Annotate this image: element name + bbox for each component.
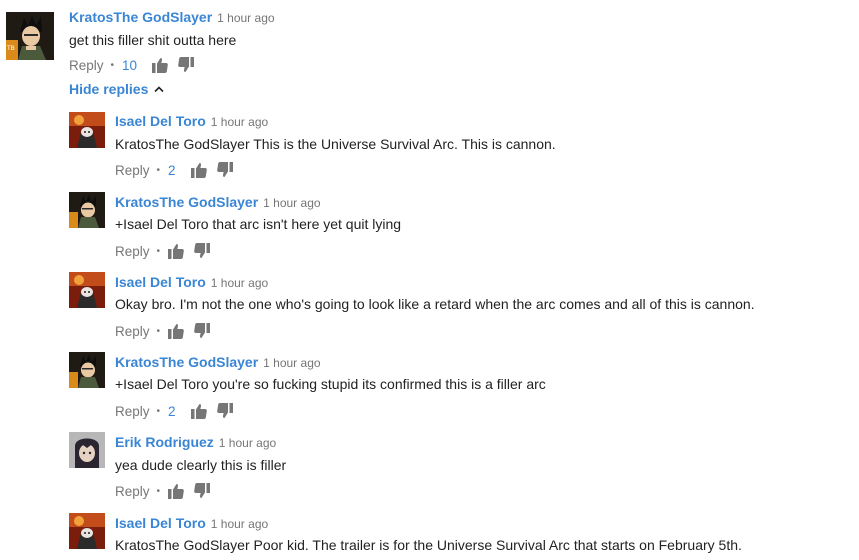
comment-header: KratosThe GodSlayer 1 hour ago xyxy=(69,9,275,26)
author-name[interactable]: Isael Del Toro xyxy=(115,274,206,290)
comment-header: Isael Del Toro 1 hour ago xyxy=(115,515,268,532)
author-name[interactable]: KratosThe GodSlayer xyxy=(115,354,258,370)
thumbs-down-icon[interactable] xyxy=(194,243,210,259)
separator-dot: • xyxy=(156,325,161,337)
timestamp[interactable]: 1 hour ago xyxy=(219,436,276,450)
separator-dot: • xyxy=(156,405,161,417)
avatar[interactable] xyxy=(69,192,105,228)
timestamp[interactable]: 1 hour ago xyxy=(263,196,320,210)
reply-button[interactable]: Reply xyxy=(115,404,150,419)
reply-button[interactable]: Reply xyxy=(115,324,150,339)
comment-header: Isael Del Toro 1 hour ago xyxy=(115,274,268,291)
timestamp[interactable]: 1 hour ago xyxy=(263,356,320,370)
like-count: 10 xyxy=(122,57,138,73)
timestamp[interactable]: 1 hour ago xyxy=(211,517,268,531)
avatar[interactable] xyxy=(6,12,54,60)
thumbs-down-icon[interactable] xyxy=(217,403,233,419)
author-name[interactable]: Erik Rodriguez xyxy=(115,434,214,450)
comment-text: KratosThe GodSlayer Poor kid. The traile… xyxy=(115,537,742,553)
thumbs-down-icon[interactable] xyxy=(194,483,210,499)
hide-replies-button[interactable]: Hide replies xyxy=(69,81,164,97)
separator-dot: • xyxy=(156,164,161,176)
hide-replies-label: Hide replies xyxy=(69,81,149,97)
avatar[interactable] xyxy=(69,112,105,148)
thumbs-down-icon[interactable] xyxy=(178,57,194,73)
comment-text: Okay bro. I'm not the one who's going to… xyxy=(115,296,755,312)
like-count: 2 xyxy=(168,403,176,419)
comment-text: get this filler shit outta here xyxy=(69,32,237,48)
avatar[interactable] xyxy=(69,432,105,468)
avatar[interactable] xyxy=(69,513,105,549)
avatar[interactable] xyxy=(69,272,105,308)
comment-actions: Reply • xyxy=(115,242,220,260)
timestamp[interactable]: 1 hour ago xyxy=(211,276,268,290)
thumbs-up-icon[interactable] xyxy=(152,57,168,73)
comment-actions: Reply • xyxy=(115,482,220,500)
thumbs-up-icon[interactable] xyxy=(168,323,184,339)
separator-dot: • xyxy=(110,59,115,71)
avatar[interactable] xyxy=(69,352,105,388)
like-count: 2 xyxy=(168,162,176,178)
comment-header: KratosThe GodSlayer 1 hour ago xyxy=(115,194,321,211)
reply-button[interactable]: Reply xyxy=(115,163,150,178)
author-name[interactable]: Isael Del Toro xyxy=(115,515,206,531)
timestamp[interactable]: 1 hour ago xyxy=(211,115,268,129)
thumbs-down-icon[interactable] xyxy=(217,162,233,178)
separator-dot: • xyxy=(156,485,161,497)
author-name[interactable]: Isael Del Toro xyxy=(115,113,206,129)
reply-button[interactable]: Reply xyxy=(69,58,104,73)
comment-actions: Reply • 2 xyxy=(115,402,243,420)
thumbs-up-icon[interactable] xyxy=(191,162,207,178)
thumbs-down-icon[interactable] xyxy=(194,323,210,339)
author-name[interactable]: KratosThe GodSlayer xyxy=(115,194,258,210)
comment-text: yea dude clearly this is filler xyxy=(115,457,287,473)
comment-text: +Isael Del Toro you're so fucking stupid… xyxy=(115,376,546,392)
comment-header: Isael Del Toro 1 hour ago xyxy=(115,113,268,130)
thumbs-up-icon[interactable] xyxy=(168,483,184,499)
comment-actions: Reply • 10 xyxy=(69,56,204,74)
comment-actions: Reply • 2 xyxy=(115,161,243,179)
thumbs-up-icon[interactable] xyxy=(168,243,184,259)
chevron-up-icon xyxy=(154,86,164,93)
timestamp[interactable]: 1 hour ago xyxy=(217,11,274,25)
comment-actions: Reply • xyxy=(115,322,220,340)
reply-button[interactable]: Reply xyxy=(115,484,150,499)
author-name[interactable]: KratosThe GodSlayer xyxy=(69,9,212,25)
reply-button[interactable]: Reply xyxy=(115,244,150,259)
separator-dot: • xyxy=(156,245,161,257)
thumbs-up-icon[interactable] xyxy=(191,403,207,419)
comment-text: +Isael Del Toro that arc isn't here yet … xyxy=(115,216,402,232)
comment-header: Erik Rodriguez 1 hour ago xyxy=(115,434,276,451)
comment-header: KratosThe GodSlayer 1 hour ago xyxy=(115,354,321,371)
comment-text: KratosThe GodSlayer This is the Universe… xyxy=(115,136,556,152)
